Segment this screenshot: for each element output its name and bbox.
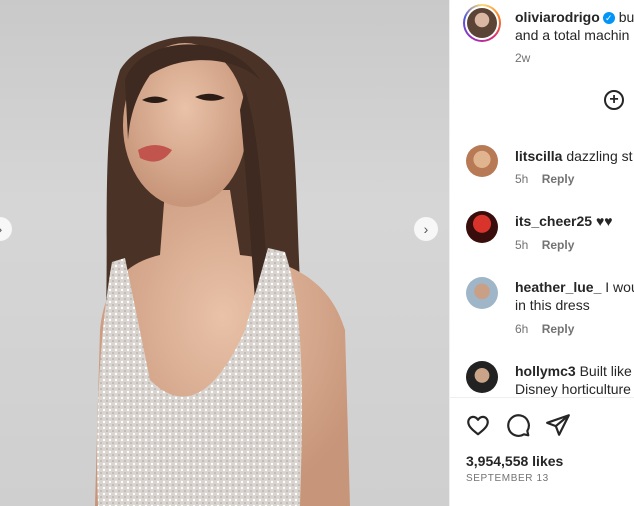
comment-username[interactable]: litscilla bbox=[515, 148, 562, 164]
caption-text: bu bbox=[618, 9, 634, 25]
chevron-left-icon: › bbox=[0, 221, 2, 237]
commenter-avatar[interactable] bbox=[466, 277, 498, 309]
comment-item: heather_lue_ I wou bbox=[515, 278, 634, 296]
comment-meta: 5h Reply bbox=[515, 238, 574, 252]
comment-time: 5h bbox=[515, 172, 529, 186]
caption-second-line: and a total machin bbox=[515, 27, 630, 43]
comment-text: I wou bbox=[605, 279, 634, 295]
comment-time: 6h bbox=[515, 322, 529, 336]
heart-icon[interactable] bbox=[465, 412, 491, 438]
comment-meta: 6h Reply bbox=[515, 322, 574, 336]
reply-button[interactable]: Reply bbox=[542, 322, 575, 336]
comment-username[interactable]: hollymc3 bbox=[515, 363, 576, 379]
next-slide-button[interactable]: › bbox=[414, 217, 438, 241]
comment-item: hollymc3 Built like bbox=[515, 362, 632, 380]
comment-text: Built like bbox=[579, 363, 632, 379]
comment-username[interactable]: heather_lue_ bbox=[515, 279, 601, 295]
comment-username[interactable]: its_cheer25 bbox=[515, 213, 592, 229]
comment-meta: 5h Reply bbox=[515, 172, 574, 186]
commenter-avatar[interactable] bbox=[466, 145, 498, 177]
post-image[interactable]: › › bbox=[0, 0, 449, 506]
comment-icon[interactable] bbox=[505, 412, 531, 438]
post-side-panel: oliviarodrigo ✓ bu and a total machin 2w … bbox=[450, 0, 634, 506]
post-date: SEPTEMBER 13 bbox=[466, 473, 549, 484]
likes-count[interactable]: 3,954,558 likes bbox=[466, 453, 563, 469]
actions-divider bbox=[450, 397, 634, 398]
reply-button[interactable]: Reply bbox=[542, 238, 575, 252]
comment-item: its_cheer25 ♥♥ bbox=[515, 212, 613, 230]
post-photo-illustration bbox=[95, 36, 350, 506]
commenter-avatar[interactable] bbox=[466, 361, 498, 393]
comment-text-continued: Disney horticulture bbox=[515, 381, 631, 397]
author-avatar[interactable] bbox=[463, 4, 501, 42]
comment-text: dazzling st bbox=[566, 148, 633, 164]
comment-time: 5h bbox=[515, 238, 529, 252]
comment-text: ♥♥ bbox=[595, 213, 613, 229]
comment-item: litscilla dazzling st bbox=[515, 147, 633, 165]
verified-icon: ✓ bbox=[602, 12, 615, 24]
post-age: 2w bbox=[515, 51, 531, 65]
caption-first-line: oliviarodrigo ✓ bu bbox=[515, 8, 634, 26]
share-icon[interactable] bbox=[545, 412, 571, 438]
chevron-right-icon: › bbox=[423, 221, 429, 237]
author-username[interactable]: oliviarodrigo bbox=[515, 9, 600, 25]
add-icon[interactable]: + bbox=[604, 90, 624, 110]
reply-button[interactable]: Reply bbox=[542, 172, 575, 186]
comment-text-continued: in this dress bbox=[515, 297, 590, 313]
commenter-avatar[interactable] bbox=[466, 211, 498, 243]
